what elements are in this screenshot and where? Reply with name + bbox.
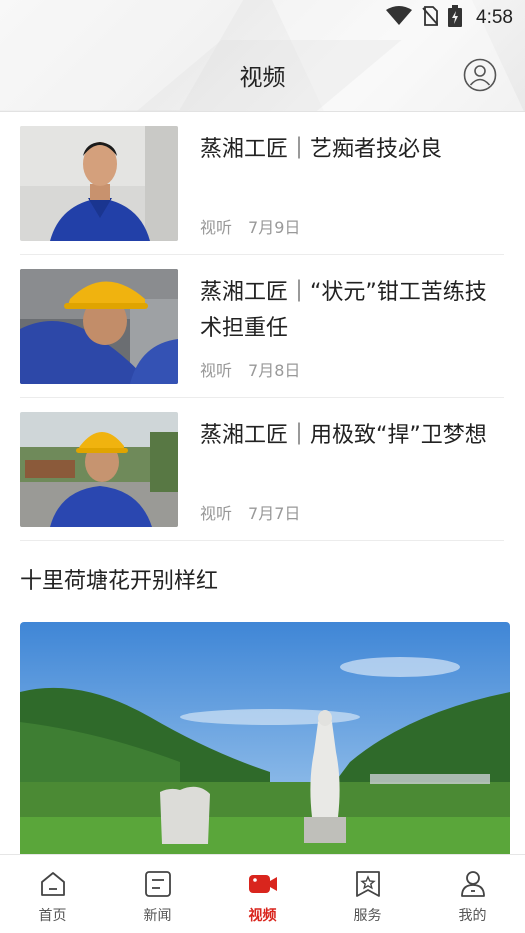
news-source: 视听	[200, 504, 233, 523]
home-icon	[40, 872, 65, 896]
no-sim-icon	[422, 6, 439, 30]
service-icon	[355, 871, 380, 897]
page-title: 视频	[239, 65, 286, 91]
status-time: 4:58	[476, 7, 513, 28]
app-header: 4:58 视频	[0, 0, 525, 112]
news-meta: 视听 7月9日	[200, 214, 300, 238]
nav-item-profile[interactable]: 我的	[420, 855, 525, 933]
news-icon	[144, 871, 171, 897]
nav-item-home[interactable]: 首页	[0, 855, 105, 933]
nav-label: 我的	[458, 908, 487, 924]
nav-label: 首页	[38, 908, 67, 924]
news-source: 视听	[200, 218, 233, 237]
bottom-nav: 首页 新闻 视频 服务 我的	[0, 854, 525, 933]
news-item[interactable]: 蒸湘工匠｜用极致“捍”卫梦想 视听 7月7日	[20, 398, 504, 541]
nav-label: 新闻	[143, 908, 172, 924]
news-title: 蒸湘工匠｜“状元”钳工苦练技术担重任	[200, 280, 487, 341]
news-date: 7月7日	[248, 504, 301, 523]
news-thumbnail	[20, 126, 178, 241]
news-title: 蒸湘工匠｜艺痴者技必良	[200, 137, 443, 162]
news-source: 视听	[200, 361, 233, 380]
news-list: 蒸湘工匠｜艺痴者技必良 视听 7月9日 蒸湘工匠｜“状元”钳工苦练技术担重任 视听…	[20, 112, 504, 541]
nav-item-video[interactable]: 视频	[210, 855, 315, 933]
news-item[interactable]: 蒸湘工匠｜艺痴者技必良 视听 7月9日	[20, 112, 504, 255]
status-bar: 4:58	[0, 0, 525, 36]
news-meta: 视听 7月8日	[200, 357, 300, 381]
news-thumbnail	[20, 412, 178, 527]
nav-item-news[interactable]: 新闻	[105, 855, 210, 933]
profile-icon	[460, 871, 485, 897]
news-meta: 视听 7月7日	[200, 500, 300, 524]
video-icon	[248, 875, 277, 893]
user-circle-icon[interactable]	[463, 58, 497, 92]
news-date: 7月9日	[248, 218, 301, 237]
section-title[interactable]: 十里荷塘花开别样红	[20, 563, 218, 595]
news-thumbnail	[20, 269, 178, 384]
news-item[interactable]: 蒸湘工匠｜“状元”钳工苦练技术担重任 视听 7月8日	[20, 255, 504, 398]
nav-label: 视频	[248, 908, 277, 924]
feature-image[interactable]	[20, 622, 510, 854]
nav-item-service[interactable]: 服务	[315, 855, 420, 933]
news-title: 蒸湘工匠｜用极致“捍”卫梦想	[200, 423, 487, 448]
nav-label: 服务	[353, 908, 382, 924]
news-date: 7月8日	[248, 361, 301, 380]
battery-charging-icon	[448, 5, 463, 31]
wifi-icon	[386, 6, 413, 30]
